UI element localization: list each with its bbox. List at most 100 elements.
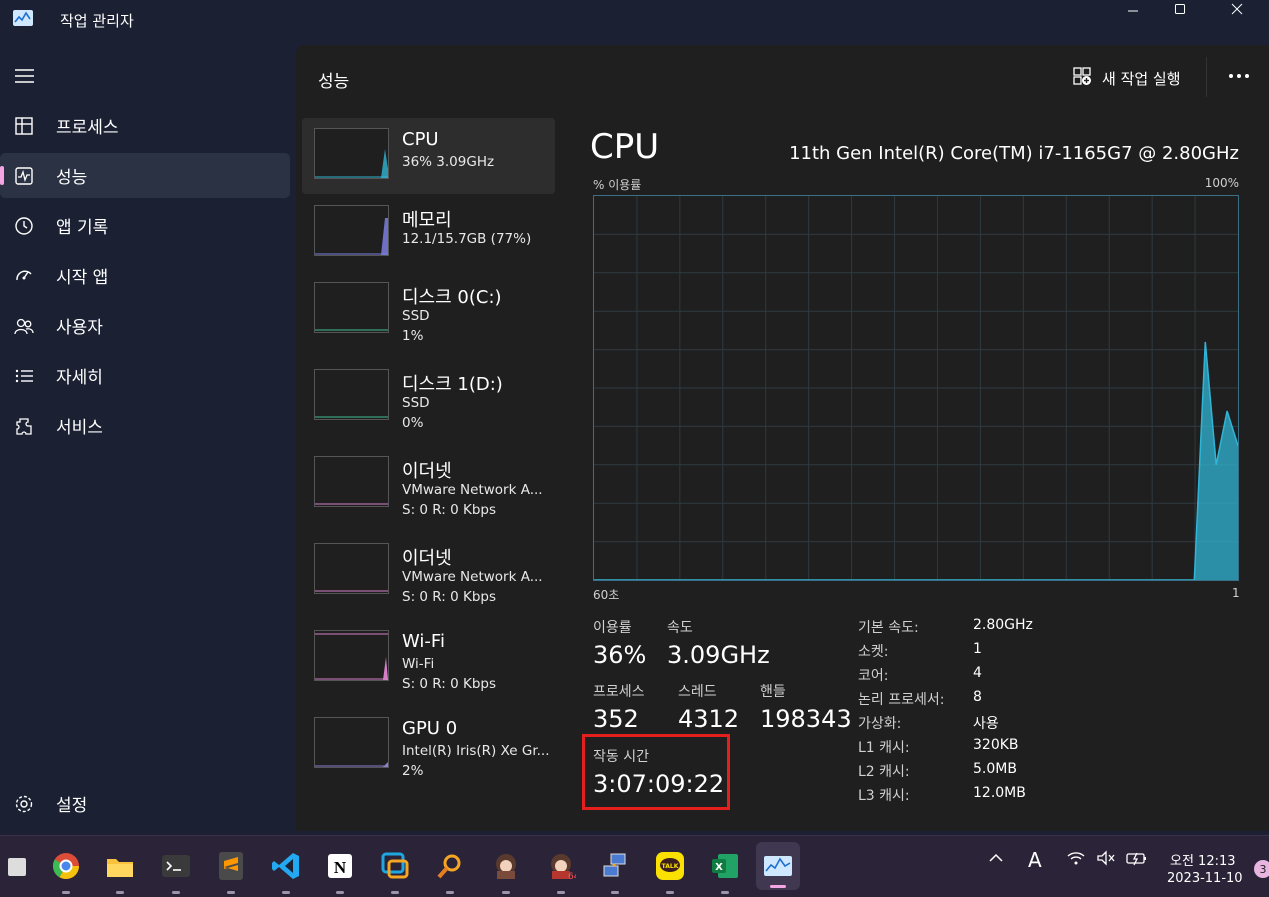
perf-item-name: 이더넷 — [402, 461, 452, 482]
details-icon — [12, 364, 36, 388]
perf-list-item[interactable]: GPU 0 Intel(R) Iris(R) Xe Gr... 2% — [302, 707, 555, 783]
nav-label: 시작 앱 — [56, 268, 109, 288]
uptime-value: 3:07:09:22 — [593, 770, 725, 798]
running-indicator — [666, 891, 674, 894]
search-app-icon[interactable] — [432, 848, 468, 894]
spec-label: L1 캐시: — [858, 740, 910, 756]
kakaotalk-icon[interactable]: TALK — [652, 848, 688, 894]
remote-desktop-icon[interactable] — [377, 848, 413, 894]
perf-list-item[interactable]: 이더넷 VMware Network A... S: 0 R: 0 Kbps — [302, 446, 555, 522]
perf-list-item[interactable]: 디스크 0(C:) SSD 1% — [302, 272, 555, 348]
running-indicator — [557, 891, 565, 894]
file-explorer-icon[interactable] — [102, 848, 138, 894]
perf-item-name: GPU 0 — [402, 718, 458, 739]
perf-item-detail-2: 2% — [402, 763, 424, 779]
spec-value: 1 — [973, 641, 982, 657]
perf-item-detail: Wi-Fi — [402, 656, 435, 672]
navigation-sidebar: 프로세스 성능 앱 기록 시작 앱 사용자 자세히 서비스 설정 — [0, 45, 296, 835]
start-icon[interactable] — [0, 848, 36, 884]
battery-charging-icon[interactable] — [1126, 850, 1148, 870]
perf-item-detail: SSD — [402, 395, 430, 411]
perf-item-detail: SSD — [402, 308, 430, 324]
nav-item-startup-apps[interactable]: 시작 앱 — [0, 253, 290, 298]
run-new-task-label: 새 작업 실행 — [1102, 69, 1181, 88]
task-manager-icon[interactable] — [756, 842, 800, 890]
ime-indicator[interactable]: A — [1028, 848, 1042, 872]
perf-list-item[interactable]: 디스크 1(D:) SSD 0% — [302, 359, 555, 435]
perf-item-name: 디스크 0(C:) — [402, 287, 502, 308]
maximize-button[interactable] — [1157, 0, 1203, 18]
perf-item-detail-2: S: 0 R: 0 Kbps — [402, 589, 496, 605]
perf-thumbnail-graph — [314, 282, 389, 333]
users-icon — [12, 314, 36, 338]
nav-item-app-history[interactable]: 앱 기록 — [0, 203, 290, 248]
spec-label: 코어: — [858, 668, 889, 684]
terminal-icon[interactable] — [158, 848, 194, 894]
nav-item-users[interactable]: 사용자 — [0, 303, 290, 348]
perf-list-item[interactable]: Wi-Fi Wi-Fi S: 0 R: 0 Kbps — [302, 620, 555, 696]
settings-label: 설정 — [56, 796, 88, 816]
cpu-utilization-graph — [593, 195, 1239, 581]
title-bar: 작업 관리자 — [0, 0, 1269, 40]
speaker-muted-icon[interactable] — [1096, 850, 1116, 870]
taskbar: N 64 TALK X A 오전 12:13 2023-11-10 3 — [0, 835, 1269, 897]
perf-item-detail: Intel(R) Iris(R) Xe Gr... — [402, 743, 550, 759]
wifi-icon[interactable] — [1066, 850, 1086, 870]
hamburger-menu-icon[interactable] — [14, 67, 36, 85]
vscode-icon[interactable] — [268, 848, 304, 894]
spec-value: 사용 — [973, 716, 999, 732]
clock-time[interactable]: 오전 12:13 — [1170, 850, 1236, 869]
spec-label: 기본 속도: — [858, 620, 919, 636]
task-manager-app-icon — [12, 9, 34, 27]
spec-value: 2.80GHz — [973, 617, 1033, 633]
nav-item-performance[interactable]: 성능 — [0, 153, 290, 198]
more-options-icon[interactable] — [1226, 63, 1252, 89]
spec-label: 가상화: — [858, 716, 902, 732]
perf-item-detail-2: S: 0 R: 0 Kbps — [402, 676, 496, 692]
notion-icon[interactable]: N — [322, 848, 358, 894]
spec-label: L3 캐시: — [858, 788, 910, 804]
running-indicator — [721, 891, 729, 894]
notification-badge[interactable]: 3 — [1254, 860, 1269, 878]
run-new-task-button[interactable]: 새 작업 실행 — [1072, 65, 1181, 91]
running-indicator — [391, 891, 399, 894]
nav-label: 성능 — [56, 168, 88, 188]
clock-date[interactable]: 2023-11-10 — [1167, 871, 1243, 886]
show-hidden-icons-icon[interactable] — [988, 850, 1004, 870]
nav-label: 사용자 — [56, 318, 103, 338]
perf-item-detail: VMware Network A... — [402, 482, 543, 498]
nav-item-settings[interactable]: 설정 — [0, 781, 290, 826]
perf-list-item[interactable]: CPU 36% 3.09GHz — [302, 118, 555, 194]
nav-item-details[interactable]: 자세히 — [0, 353, 290, 398]
network-app-icon[interactable] — [597, 848, 633, 894]
character-app-icon[interactable] — [488, 848, 524, 894]
excel-icon[interactable]: X — [707, 848, 743, 894]
utilization-label: 이용률 — [593, 620, 632, 636]
chrome-icon[interactable] — [48, 848, 84, 894]
startup-apps-icon — [12, 264, 36, 288]
perf-item-detail-2: 0% — [402, 415, 424, 431]
window-title: 작업 관리자 — [60, 12, 134, 30]
minimize-button[interactable] — [1110, 0, 1156, 18]
close-button[interactable] — [1214, 0, 1260, 18]
perf-item-detail: VMware Network A... — [402, 569, 543, 585]
perf-thumbnail-graph — [314, 128, 389, 179]
perf-thumbnail-graph — [314, 543, 389, 594]
running-indicator — [227, 891, 235, 894]
nav-item-processes[interactable]: 프로세스 — [0, 103, 290, 148]
perf-list-item[interactable]: 메모리 12.1/15.7GB (77%) — [302, 195, 555, 271]
threads-label: 스레드 — [678, 684, 717, 700]
perf-item-name: 디스크 1(D:) — [402, 374, 503, 395]
svg-text:X: X — [715, 862, 723, 873]
nav-label: 서비스 — [56, 418, 103, 438]
running-indicator — [446, 891, 454, 894]
nav-item-services[interactable]: 서비스 — [0, 403, 290, 448]
cpu-usage-area — [594, 341, 1238, 580]
character-app-2-icon[interactable]: 64 — [543, 848, 579, 894]
sublime-icon[interactable] — [213, 848, 249, 894]
perf-item-name: 메모리 — [402, 210, 452, 231]
running-indicator — [116, 891, 124, 894]
perf-thumbnail-graph — [314, 630, 389, 681]
perf-list-item[interactable]: 이더넷 VMware Network A... S: 0 R: 0 Kbps — [302, 533, 555, 609]
nav-label: 프로세스 — [56, 118, 119, 138]
